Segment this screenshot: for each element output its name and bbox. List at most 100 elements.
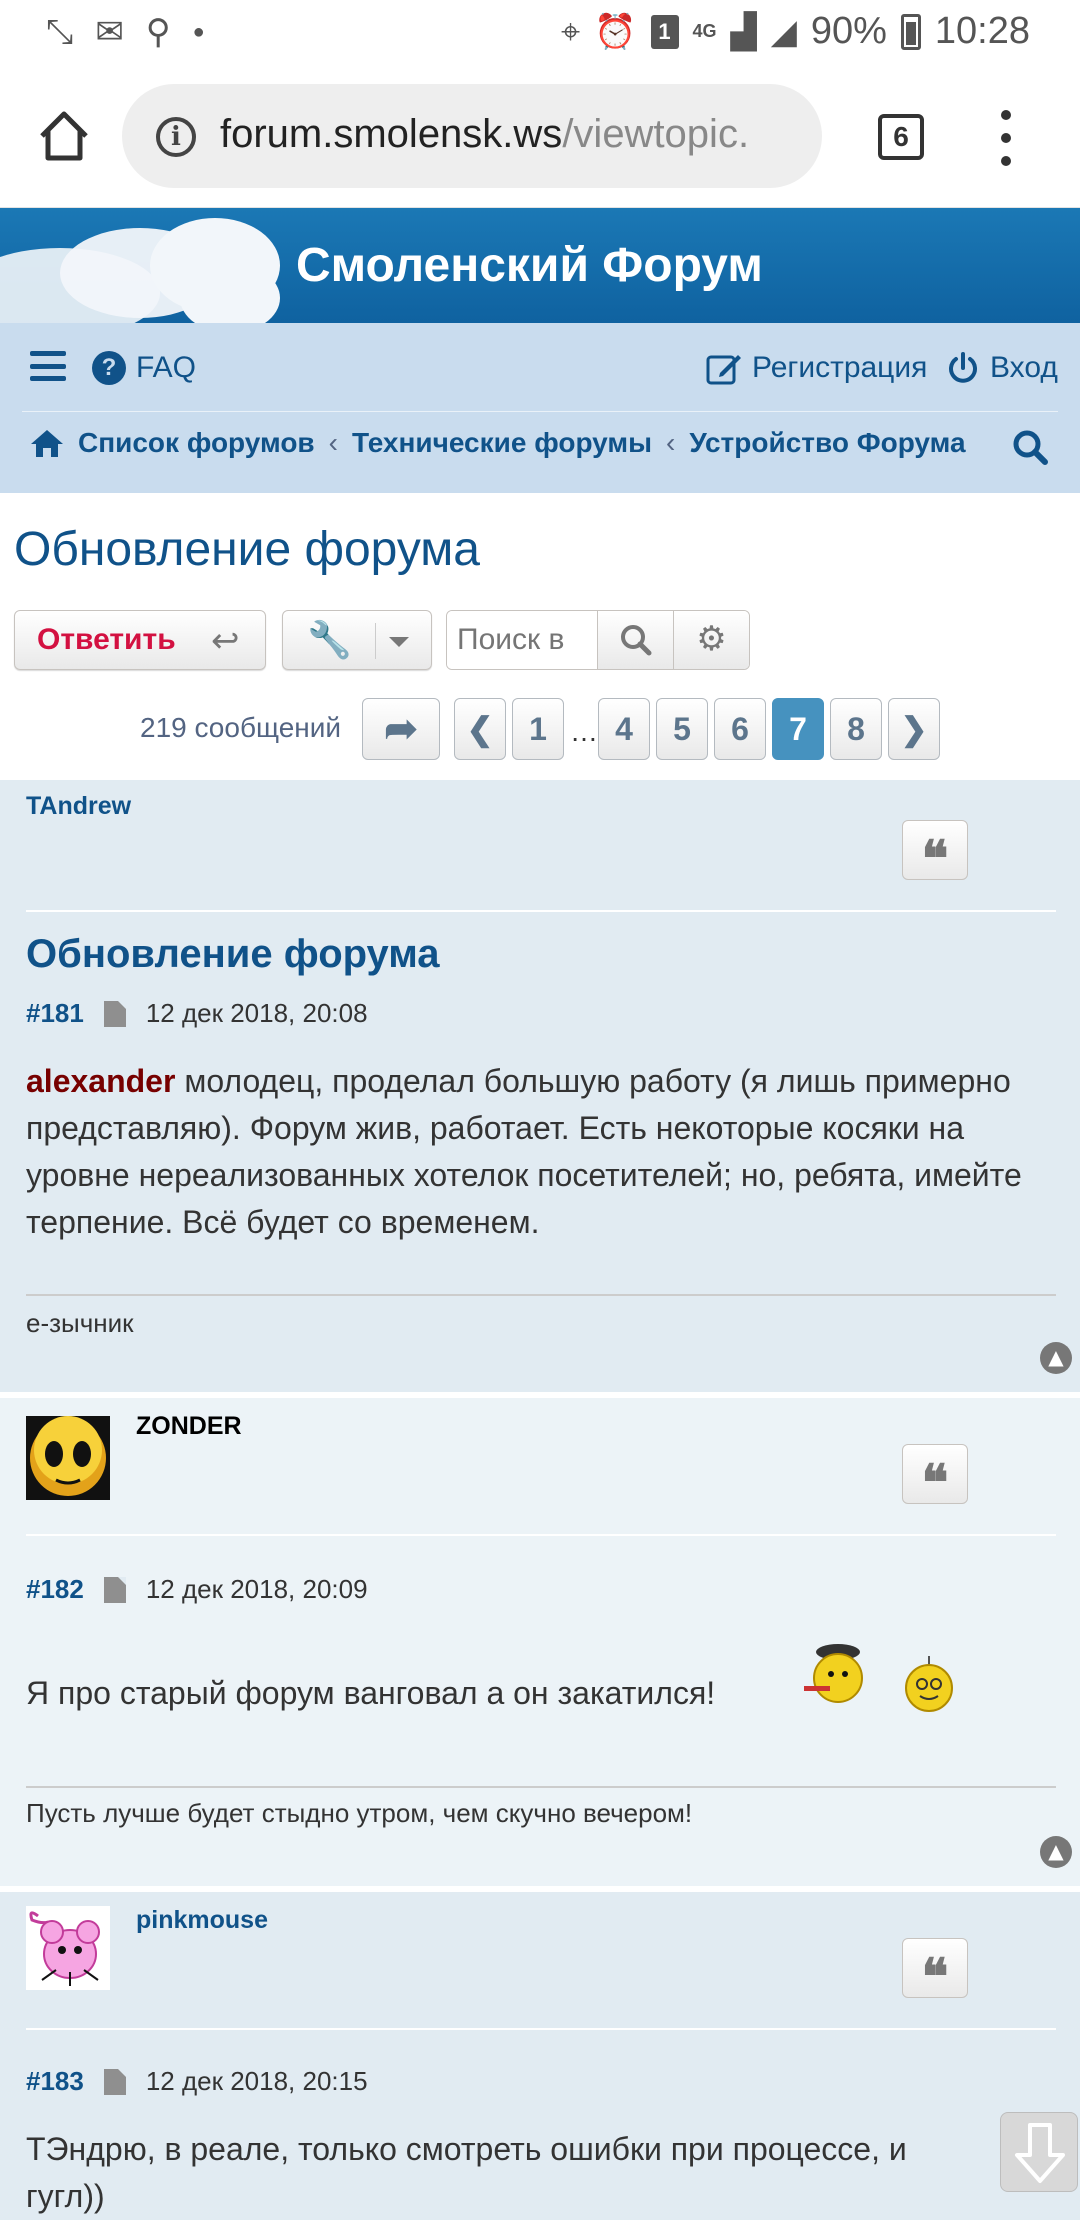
post-count: 219 сообщений: [140, 712, 342, 743]
smoking-smiley-icon: [804, 1644, 863, 1703]
post-author[interactable]: TAndrew: [26, 792, 131, 821]
quote-button[interactable]: ❝: [902, 820, 968, 888]
chevron-left-icon: ❮: [466, 711, 494, 747]
user-mention[interactable]: alexander: [26, 1063, 175, 1099]
post-content: ТЭндрю, в реале, только смотреть ошибки …: [26, 2131, 907, 2214]
quote-button[interactable]: ❝: [902, 1938, 968, 2006]
jump-to-page-button[interactable]: ➦: [362, 698, 440, 760]
site-title[interactable]: Смоленский Форум: [296, 238, 763, 293]
prev-page-button[interactable]: ❮: [454, 698, 506, 760]
login-label: Вход: [990, 351, 1058, 384]
more-menu-icon[interactable]: [996, 110, 1016, 166]
post-number[interactable]: #182: [26, 1574, 84, 1605]
topic-tools-dropdown[interactable]: 🔧: [282, 610, 432, 670]
post-date: 12 дек 2018, 20:15: [145, 2066, 368, 2096]
breadcrumb-separator: ‹: [666, 427, 676, 458]
next-page-button[interactable]: ❯: [888, 698, 940, 760]
mail-icon: ✉: [95, 13, 124, 51]
post-date: 12 дек 2018, 20:08: [145, 998, 368, 1028]
question-icon: ?: [92, 351, 126, 385]
location-icon: ⌖: [561, 12, 581, 51]
reply-button[interactable]: Ответить ↩: [14, 610, 266, 670]
post-title[interactable]: Обновление форума: [26, 932, 440, 977]
post-meta: #181 12 дек 2018, 20:08: [26, 998, 368, 1029]
pagination-ellipsis: …: [570, 716, 598, 747]
browser-toolbar: i forum.smolensk.ws/viewtopic. 6: [0, 66, 1080, 208]
divider: [26, 2028, 1056, 2030]
page-link[interactable]: 8: [830, 698, 882, 760]
post-number[interactable]: #181: [26, 998, 84, 1029]
home-icon[interactable]: [36, 108, 92, 164]
quote-button[interactable]: ❝: [902, 1444, 968, 1512]
post-text: молодец, проделал большую работу (я лишь…: [26, 1063, 1022, 1240]
edit-icon: [706, 355, 741, 385]
post-author[interactable]: pinkmouse: [136, 1906, 268, 1935]
breadcrumb-separator: ‹: [328, 427, 338, 458]
search-icon: [620, 625, 651, 656]
breadcrumb-tech-forums[interactable]: Технические форумы: [352, 427, 652, 459]
search-notification-icon: ⚲: [145, 13, 171, 51]
address-bar[interactable]: i forum.smolensk.ws/viewtopic.: [122, 84, 822, 188]
chevron-right-icon: ❯: [900, 711, 928, 747]
post-content: Я про старый форум ванговал а он закатил…: [26, 1675, 716, 1711]
signature: Пусть лучше будет стыдно утром, чем скуч…: [26, 1798, 693, 1828]
quick-links-menu[interactable]: [30, 351, 66, 381]
page-link[interactable]: 6: [714, 698, 766, 760]
alarm-icon: ⏰: [594, 12, 637, 51]
quote-icon: ❝: [921, 829, 949, 888]
search-input[interactable]: [447, 611, 597, 669]
home-crumb-icon[interactable]: [30, 428, 64, 458]
post-number[interactable]: #183: [26, 2066, 84, 2097]
post-author[interactable]: ZONDER: [136, 1412, 242, 1441]
register-label: Регистрация: [752, 351, 928, 384]
status-bar: ⤡ ✉ ⚲ ● ⌖ ⏰ 1 4G ▟ ◢ 90% 10:28: [0, 0, 1080, 66]
search-submit-button[interactable]: [597, 611, 673, 669]
url-path: /viewtopic.: [562, 112, 750, 156]
chevron-down-icon: [389, 637, 409, 647]
search-icon[interactable]: [1012, 429, 1048, 465]
post-icon: [103, 2068, 126, 2095]
dot-icon: ●: [192, 21, 205, 43]
post-date: 12 дек 2018, 20:09: [145, 1574, 368, 1604]
nerd-smiley-icon: [905, 1656, 953, 1712]
quote-icon: ❝: [921, 1947, 949, 2006]
signal-2-icon: ◢: [770, 12, 797, 51]
register-link[interactable]: Регистрация: [706, 351, 927, 385]
post-content: alexander молодец, проделал большую рабо…: [26, 1058, 1056, 1246]
breadcrumb-forums[interactable]: Список форумов: [78, 427, 315, 459]
site-header: Смоленский Форум: [0, 208, 1080, 323]
url-text[interactable]: forum.smolensk.ws/viewtopic.: [220, 112, 810, 157]
gear-icon: ⚙: [696, 620, 727, 658]
info-icon[interactable]: i: [156, 117, 196, 157]
page-link-current[interactable]: 7: [772, 698, 824, 760]
page-title[interactable]: Обновление форума: [14, 522, 480, 577]
url-host: forum.smolensk.ws: [220, 112, 563, 156]
battery-icon: [900, 13, 921, 50]
signature-divider: [26, 1786, 1056, 1788]
post-meta: #183 12 дек 2018, 20:15: [26, 2066, 368, 2097]
tab-switcher-button[interactable]: 6: [878, 114, 924, 160]
hamburger-icon: [30, 351, 66, 381]
signature-divider: [26, 1294, 1056, 1296]
login-link[interactable]: Вход: [946, 351, 1058, 385]
faq-label: FAQ: [136, 351, 197, 384]
back-to-top-icon[interactable]: ▲: [1040, 1836, 1072, 1868]
page-link[interactable]: 5: [656, 698, 708, 760]
faq-link[interactable]: ? FAQ: [92, 351, 196, 385]
share-arrow-icon: ➦: [384, 707, 418, 751]
post-icon: [103, 1000, 126, 1027]
avatar[interactable]: [26, 1416, 110, 1500]
post-meta: #182 12 дек 2018, 20:09: [26, 1574, 368, 1605]
quote-icon: ❝: [921, 1453, 949, 1512]
post: TAndrew ❝ Обновление форума #181 12 дек …: [0, 780, 1080, 1392]
navbar: ? FAQ Регистрация Вход Список форумов ‹ …: [0, 323, 1080, 493]
battery-percent: 90%: [810, 10, 887, 52]
scroll-down-button[interactable]: [1000, 2112, 1078, 2192]
advanced-search-button[interactable]: ⚙: [673, 611, 749, 669]
page-link[interactable]: 1: [512, 698, 564, 760]
page-link[interactable]: 4: [598, 698, 650, 760]
nav-divider: [22, 411, 1058, 412]
avatar[interactable]: [26, 1906, 110, 1990]
back-to-top-icon[interactable]: ▲: [1040, 1342, 1072, 1374]
breadcrumb-forum-structure[interactable]: Устройство Форума: [689, 427, 965, 459]
